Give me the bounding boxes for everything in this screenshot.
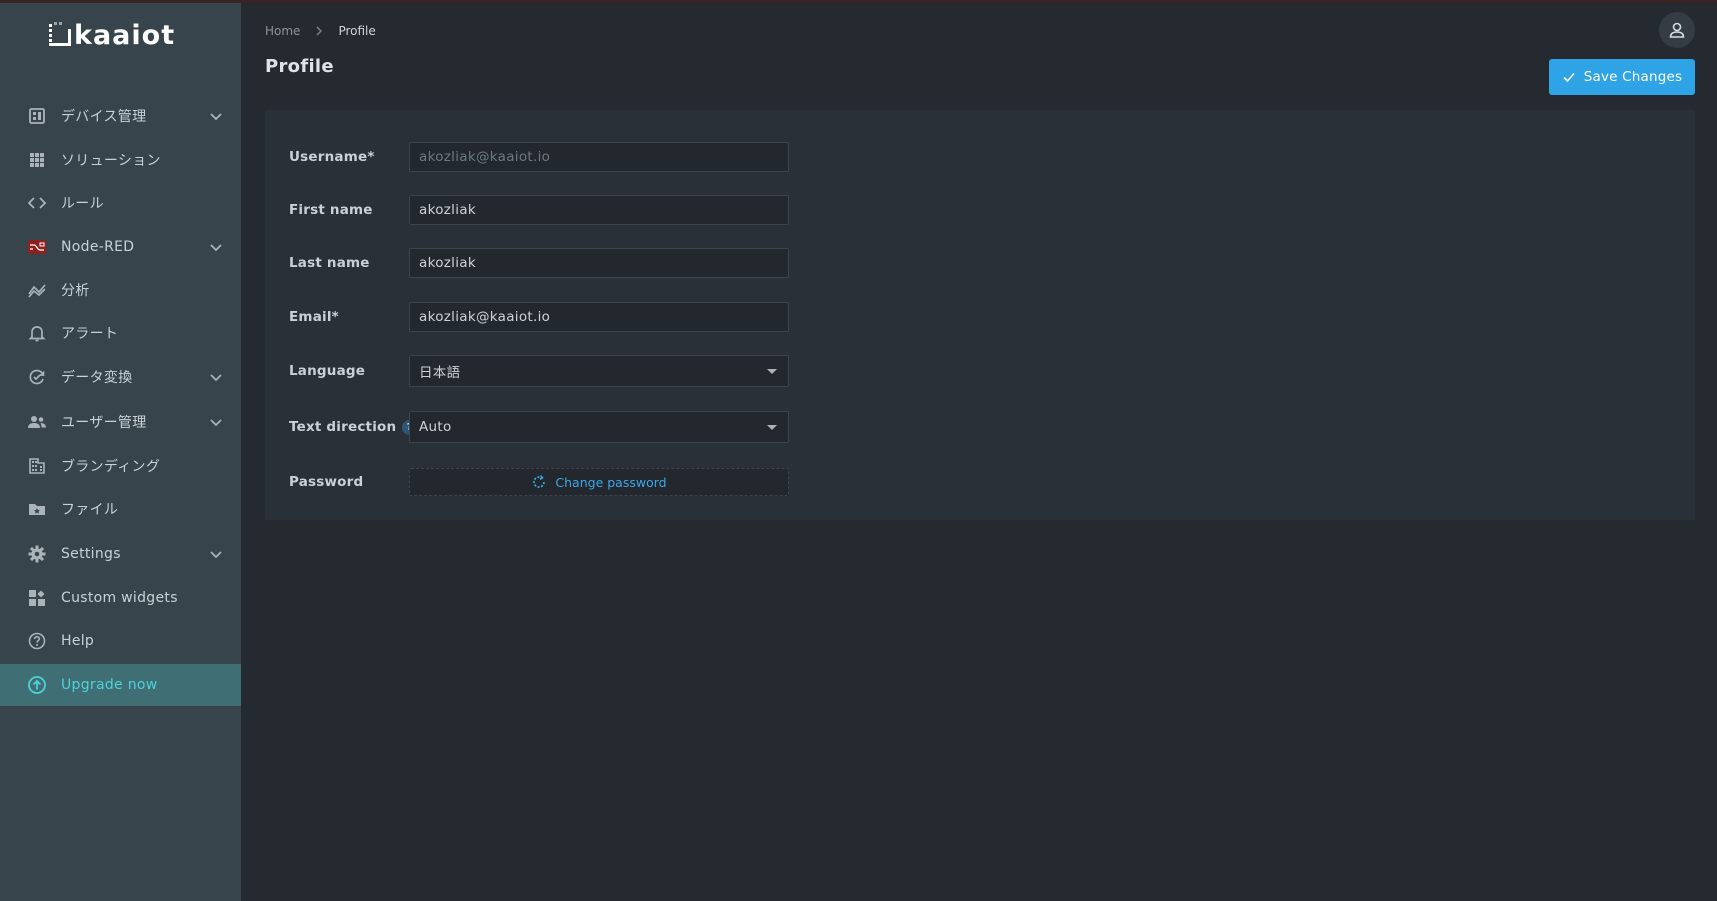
breadcrumb: Home Profile [265, 24, 376, 38]
language-selected-value: 日本語 [419, 365, 461, 381]
text-direction-select[interactable]: Auto [409, 411, 789, 443]
check-icon [1563, 72, 1575, 83]
last-name-label: Last name [289, 255, 370, 271]
email-input[interactable]: akozliak@kaaiot.io [409, 302, 789, 332]
building-icon [27, 456, 47, 476]
profile-form-panel: Username* akozliak@kaaiot.io First name … [265, 110, 1695, 520]
sidebar-item-label: ユーザー管理 [61, 415, 147, 431]
code-icon [27, 193, 47, 213]
language-select[interactable]: 日本語 [409, 355, 789, 387]
device-management-icon [27, 106, 47, 126]
first-name-input[interactable]: akozliak [409, 195, 789, 225]
widgets-icon [27, 588, 47, 608]
node-red-icon [27, 237, 47, 257]
chevron-down-icon[interactable] [208, 369, 224, 385]
kaaiot-logo[interactable]: kaaiot [48, 19, 175, 51]
upgrade-icon [27, 675, 47, 695]
logo-text: kaaiot [74, 19, 176, 51]
sidebar-item-device-management[interactable]: デバイス管理 [0, 95, 241, 137]
grid-icon [27, 150, 47, 170]
sidebar-item-data-transform[interactable]: データ変換 [0, 356, 241, 398]
sidebar-item-label: Upgrade now [61, 677, 158, 693]
user-avatar-button[interactable] [1659, 12, 1695, 48]
email-label-text: Email [289, 309, 332, 325]
sidebar-item-label: ブランディング [61, 459, 161, 475]
sidebar-item-label: Help [61, 633, 95, 649]
password-row: Password Change password [265, 465, 1695, 499]
sidebar-item-label: デバイス管理 [61, 109, 147, 125]
folder-icon [27, 499, 47, 519]
window-top-border [0, 0, 1717, 3]
dropdown-caret-icon [767, 424, 777, 430]
sidebar-item-label: 分析 [61, 283, 90, 299]
sidebar-item-label: データ変換 [61, 370, 133, 386]
chevron-down-icon[interactable] [208, 414, 224, 430]
sidebar: kaaiot デバイス管理 ソリューション ルール Node-RED 分析 アラ… [0, 3, 241, 901]
language-row: Language 日本語 [265, 354, 1695, 388]
sidebar-item-help[interactable]: Help [0, 620, 241, 662]
last-name-input[interactable]: akozliak [409, 248, 789, 278]
sidebar-item-label: Settings [61, 546, 121, 562]
language-label: Language [289, 363, 366, 379]
bell-icon [27, 323, 47, 343]
email-label: Email* [289, 309, 339, 325]
first-name-label: First name [289, 202, 373, 218]
breadcrumb-home-link[interactable]: Home [265, 24, 300, 38]
sidebar-item-label: ルール [61, 196, 104, 212]
data-transform-icon [27, 367, 47, 387]
username-label: Username* [289, 149, 375, 165]
sidebar-item-label: ソリューション [61, 153, 161, 169]
dropdown-caret-icon [767, 368, 777, 374]
logo-mark-icon [49, 22, 71, 46]
breadcrumb-current: Profile [338, 24, 376, 38]
sidebar-item-analytics[interactable]: 分析 [0, 269, 241, 311]
username-field: akozliak@kaaiot.io [409, 142, 789, 172]
sidebar-item-alerts[interactable]: アラート [0, 312, 241, 354]
analytics-icon [27, 280, 47, 300]
sidebar-item-files[interactable]: ファイル [0, 488, 241, 530]
sidebar-item-upgrade-now[interactable]: Upgrade now [0, 664, 241, 706]
text-direction-label-text: Text direction [289, 419, 397, 435]
username-row: Username* akozliak@kaaiot.io [265, 140, 1695, 174]
chevron-down-icon[interactable] [208, 546, 224, 562]
users-icon [27, 412, 47, 432]
email-row: Email* akozliak@kaaiot.io [265, 300, 1695, 334]
text-direction-row: Text direction ? Auto [265, 410, 1695, 444]
change-password-label: Change password [555, 474, 667, 490]
gear-icon [27, 544, 47, 564]
sidebar-item-node-red[interactable]: Node-RED [0, 226, 241, 268]
sidebar-item-user-management[interactable]: ユーザー管理 [0, 401, 241, 443]
save-changes-button[interactable]: Save Changes [1549, 59, 1695, 95]
chevron-right-icon [316, 26, 323, 36]
last-name-row: Last name akozliak [265, 246, 1695, 280]
text-direction-label: Text direction ? [289, 419, 418, 435]
save-changes-label: Save Changes [1583, 69, 1683, 85]
sidebar-item-custom-widgets[interactable]: Custom widgets [0, 577, 241, 619]
chevron-down-icon[interactable] [208, 239, 224, 255]
first-name-row: First name akozliak [265, 193, 1695, 227]
user-icon [1669, 22, 1685, 38]
username-label-text: Username [289, 149, 368, 165]
password-label: Password [289, 474, 364, 490]
chevron-down-icon[interactable] [208, 108, 224, 124]
sidebar-item-label: Custom widgets [61, 590, 178, 606]
required-mark: * [331, 309, 339, 325]
page-title: Profile [265, 56, 334, 77]
sidebar-item-label: Node-RED [61, 239, 135, 255]
sidebar-item-label: ファイル [61, 502, 119, 518]
sidebar-item-label: アラート [61, 326, 119, 342]
sidebar-item-settings[interactable]: Settings [0, 533, 241, 575]
refresh-icon [533, 475, 546, 488]
required-mark: * [367, 149, 375, 165]
change-password-button[interactable]: Change password [409, 468, 789, 496]
help-icon [27, 631, 47, 651]
sidebar-item-rules[interactable]: ルール [0, 182, 241, 224]
sidebar-item-solutions[interactable]: ソリューション [0, 139, 241, 181]
text-direction-selected-value: Auto [419, 419, 452, 435]
sidebar-item-branding[interactable]: ブランディング [0, 445, 241, 487]
